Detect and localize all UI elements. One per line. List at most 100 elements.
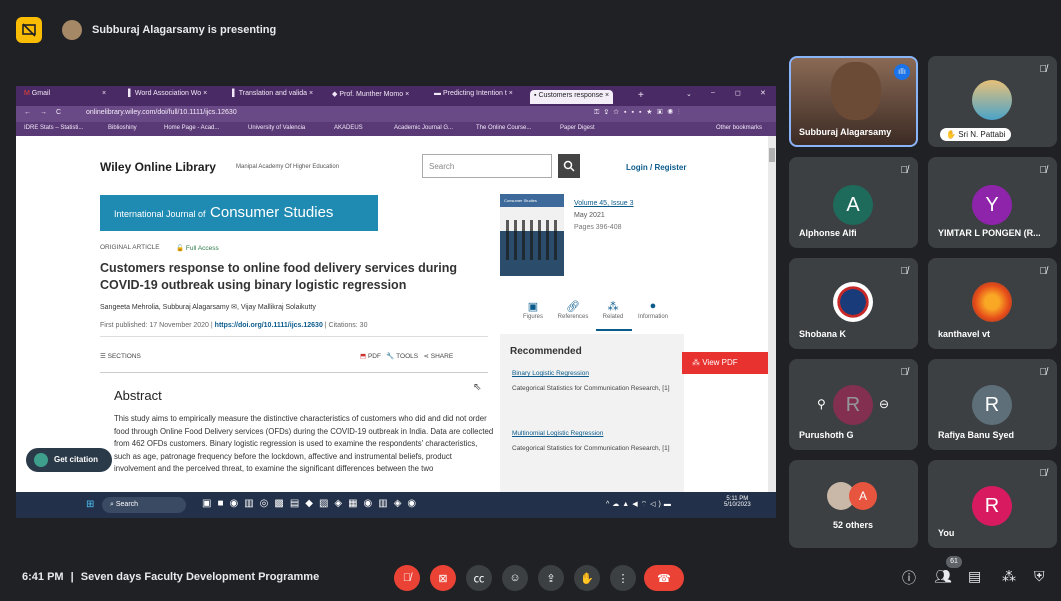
avatar: A (849, 482, 877, 510)
sections-button[interactable]: ☰ SECTIONS (100, 352, 141, 360)
info-icon[interactable]: ⓘ (902, 568, 916, 588)
search-input[interactable]: Search (422, 154, 552, 178)
self-tile[interactable]: 🎙̸ R You (928, 460, 1057, 548)
activities-icon[interactable]: ⁂ (1002, 568, 1016, 585)
participant-tile[interactable]: 🎙̸ kanthavel vt (928, 258, 1057, 349)
back-icon[interactable]: ← (24, 109, 31, 116)
bookmark-bibliosh[interactable]: Biblioshiny (108, 125, 137, 131)
participant-tile-presenter[interactable]: ıllı Subburaj Alagarsamy (789, 56, 918, 147)
bookmark-akadeus[interactable]: AKADEUS (334, 125, 363, 131)
extension-icons[interactable]: ⚿⇪☆▪▪▪★▣◉⋮ (594, 109, 685, 117)
info-icon: ● (649, 300, 657, 312)
minimize-icon[interactable]: – (711, 89, 715, 96)
login-link[interactable]: Login / Register (626, 163, 686, 172)
bookmark-online-course[interactable]: The Online Course... (476, 125, 531, 131)
participant-tile[interactable]: 🎙̸ Y YIMTAR L PONGEN (R... (928, 157, 1057, 248)
end-call-button[interactable]: ☎ (644, 565, 684, 591)
chat-icon[interactable]: ▤ (968, 568, 981, 585)
present-button[interactable]: ⇪ (538, 565, 564, 591)
new-tab-button[interactable]: + (638, 90, 644, 101)
journal-banner[interactable]: International Journal of Consumer Studie… (100, 195, 378, 231)
more-options-button[interactable]: ⋮ (610, 565, 636, 591)
tab-dropdown-icon[interactable]: ⌄ (686, 90, 692, 98)
tab-references[interactable]: 🔗︎ References (554, 300, 592, 320)
close-icon[interactable]: ✕ (760, 89, 766, 97)
taskbar-app-icons[interactable]: ▣■◉▥◎▩▤◆▧◈▦◉▥◈◉ (202, 498, 422, 509)
abstract-text: This study aims to empirically measure t… (114, 414, 494, 474)
phone-hangup-icon: ☎ (657, 572, 671, 585)
rec-link-binary[interactable]: Binary Logistic Regression (512, 370, 589, 377)
pin-icon[interactable]: ⚲ (817, 397, 826, 411)
share-button[interactable]: ⋖ SHARE (424, 353, 454, 360)
tab-munther[interactable]: ◆ Prof. Munther Momo × (332, 90, 409, 104)
host-controls-icon[interactable]: ⛨ (1034, 568, 1045, 585)
mic-off-icon: 🎙̸ (1039, 165, 1048, 176)
bookmark-other[interactable]: Other bookmarks (716, 125, 762, 131)
search-icon[interactable] (558, 154, 580, 178)
remove-icon[interactable]: ⊖ (879, 397, 889, 411)
people-icon[interactable]: 👥︎ (934, 568, 952, 585)
reload-icon[interactable]: C (56, 109, 61, 116)
mic-off-icon: 🎙̸ (900, 165, 909, 176)
rec-source: Categorical Statistics for Communication… (512, 445, 670, 452)
address-bar[interactable]: ← → C onlinelibrary.wiley.com/doi/full/1… (16, 106, 776, 122)
participant-tile[interactable]: 🎙̸ A Alphonse Alfi (789, 157, 918, 248)
tab-word-association[interactable]: ▌ Word Association Wo × (128, 90, 207, 104)
restore-icon[interactable]: ◻ (735, 89, 741, 97)
url-text[interactable]: onlinelibrary.wiley.com/doi/full/10.1111… (86, 109, 237, 116)
page-scrollbar[interactable] (768, 136, 776, 492)
participant-tile[interactable]: 🎙̸ Shobana K (789, 258, 918, 349)
tab-translation[interactable]: ▌ Translation and valida × (232, 90, 313, 104)
windows-start-icon[interactable]: ⊞ (86, 499, 94, 510)
avatar: Y (972, 185, 1012, 225)
participant-tile[interactable]: 🎙̸ R Rafiya Banu Syed (928, 359, 1057, 450)
scrollbar-thumb[interactable] (769, 148, 775, 162)
tab-figures[interactable]: ▣ Figures (514, 300, 552, 320)
presentation-icon[interactable] (16, 17, 42, 43)
bookmark-home[interactable]: Home Page - Acad... (164, 125, 219, 131)
taskbar-search[interactable]: ⌕ Search (102, 497, 186, 513)
publication-info: First published: 17 November 2020 | http… (100, 322, 368, 329)
tab-customers-response[interactable]: ▪ Customers response × (530, 90, 614, 104)
bookmark-valencia[interactable]: University of Valencia (248, 125, 305, 131)
volume-link[interactable]: Volume 45, Issue 3 (574, 200, 634, 207)
participant-tile[interactable]: 🎙̸ ✋ Sri N. Pattabi (928, 56, 1057, 147)
raise-hand-button[interactable]: ✋ (574, 565, 600, 591)
journal-small-label: International Journal of (114, 209, 206, 219)
cover-title: Consumer Studies (504, 198, 537, 203)
others-tile[interactable]: A 52 others (789, 460, 918, 548)
participant-name: You (938, 528, 955, 538)
tab-information[interactable]: ● Information (634, 300, 672, 320)
mic-off-icon: 🎙̸ (402, 572, 412, 584)
participant-name: Rafiya Banu Syed (938, 430, 1015, 440)
view-pdf-button[interactable]: ⁂ View PDF (682, 352, 768, 374)
tab-predicting[interactable]: ▬ Predicting Intention t × (434, 90, 513, 104)
wiley-logo[interactable]: Wiley Online Library (100, 160, 216, 174)
meeting-info: 6:41 PM | Seven days Faculty Development… (22, 571, 320, 583)
camera-toggle-button[interactable]: ⊠ (430, 565, 456, 591)
avatar (972, 282, 1012, 322)
bookmark-idre[interactable]: IDRE Stats – Statisti... (24, 125, 83, 131)
rec-link-multinomial[interactable]: Multinomial Logistic Regression (512, 430, 603, 437)
bookmarks-bar: IDRE Stats – Statisti... Biblioshiny Hom… (16, 122, 776, 136)
taskbar-clock[interactable]: 5:11 PM 5/10/2023 (724, 496, 751, 508)
article-authors[interactable]: Sangeeta Mehrolia, Subburaj Alagarsamy ✉… (100, 303, 316, 311)
avatar: A (833, 185, 873, 225)
participant-name: ✋ Sri N. Pattabi (940, 128, 1012, 141)
bookmark-academic[interactable]: Academic Journal G... (394, 125, 453, 131)
tab-related[interactable]: ⁂ Related (594, 300, 632, 320)
reactions-button[interactable]: ☺ (502, 565, 528, 591)
captions-button[interactable]: ㏄ (466, 565, 492, 591)
cover-people-graphic (506, 220, 558, 260)
forward-icon[interactable]: → (40, 109, 47, 116)
get-citation-button[interactable]: Get citation (26, 448, 112, 472)
bookmark-paper-digest[interactable]: Paper Digest (560, 125, 595, 131)
doi-link[interactable]: https://doi.org/10.1111/ijcs.12630 (215, 322, 323, 329)
participant-tile[interactable]: 🎙̸ ⚲ R ⊖ Purushoth G (789, 359, 918, 450)
mic-toggle-button[interactable]: 🎙̸ (394, 565, 420, 591)
pdf-icon[interactable]: ⬒ PDF (360, 353, 381, 360)
tab-gmail[interactable]: M Gmail × (24, 90, 106, 104)
tools-button[interactable]: 🔧 TOOLS (386, 353, 418, 360)
system-tray-icons[interactable]: ^☁▲◀⌔◁)▬ (606, 500, 674, 509)
others-count: 52 others (833, 520, 874, 530)
